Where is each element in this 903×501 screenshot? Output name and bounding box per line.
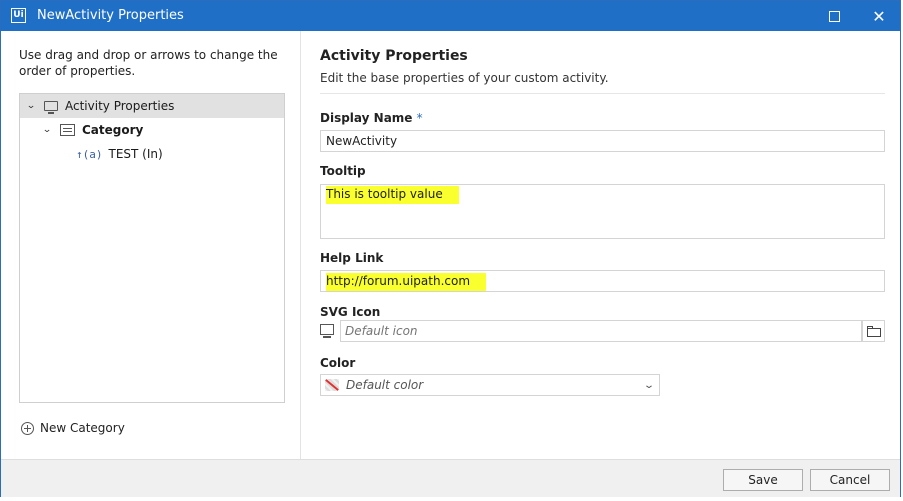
display-name-label-text: Display Name <box>320 111 413 125</box>
new-category-button[interactable]: New Category <box>21 421 125 435</box>
svg-icon-label: SVG Icon <box>320 305 381 319</box>
title-bar[interactable]: Ui NewActivity Properties ✕ <box>1 1 900 31</box>
in-argument-icon: ↑(a) <box>76 147 103 161</box>
close-button[interactable]: ✕ <box>856 1 902 31</box>
tree-item-category[interactable]: ⌄ Category <box>20 118 284 142</box>
section-divider <box>320 93 885 94</box>
category-icon <box>60 124 75 136</box>
browse-folder-button[interactable] <box>862 320 885 342</box>
add-circle-icon <box>21 421 34 435</box>
section-subtitle: Edit the base properties of your custom … <box>320 71 609 85</box>
help-link-input[interactable]: http://forum.uipath.com <box>320 270 885 292</box>
monitor-icon <box>320 324 334 338</box>
section-title: Activity Properties <box>320 48 468 64</box>
tree-item-activity-properties[interactable]: ⌄ Activity Properties <box>20 94 284 118</box>
reorder-hint: Use drag and drop or arrows to change th… <box>19 48 278 78</box>
dialog-footer: Save Cancel <box>1 459 900 497</box>
properties-editor-pane: Activity Properties Edit the base proper… <box>301 31 900 459</box>
folder-icon <box>866 325 881 337</box>
tooltip-textarea[interactable]: This is tooltip value <box>320 184 885 239</box>
tooltip-value: This is tooltip value <box>326 186 459 204</box>
color-label: Color <box>320 356 356 370</box>
properties-tree[interactable]: ⌄ Activity Properties ⌄ Category ↑(a) TE… <box>19 93 285 403</box>
display-name-label: Display Name * <box>320 111 423 125</box>
tree-item-label: Category <box>82 123 144 137</box>
no-color-icon <box>325 379 339 391</box>
maximize-button[interactable] <box>811 1 857 31</box>
tooltip-label: Tooltip <box>320 164 366 178</box>
help-link-value: http://forum.uipath.com <box>326 273 487 291</box>
chevron-down-icon[interactable]: ⌄ <box>635 380 663 391</box>
required-marker: * <box>416 111 423 125</box>
cancel-button[interactable]: Cancel <box>810 469 890 491</box>
monitor-icon <box>44 101 58 114</box>
maximize-icon <box>828 10 840 22</box>
properties-tree-pane: Use drag and drop or arrows to change th… <box>1 31 301 459</box>
uipath-logo-icon: Ui <box>11 8 26 23</box>
properties-dialog: Ui NewActivity Properties ✕ Use drag and… <box>0 0 901 497</box>
color-dropdown[interactable]: Default color ⌄ <box>320 374 660 396</box>
chevron-down-icon[interactable]: ⌄ <box>38 125 56 135</box>
tree-item-label: Activity Properties <box>65 99 175 113</box>
new-category-label: New Category <box>40 421 125 435</box>
window-title: NewActivity Properties <box>37 8 184 23</box>
color-selected-value: Default color <box>346 378 424 392</box>
display-name-input[interactable] <box>320 130 885 152</box>
tree-item-label: TEST (In) <box>108 147 163 161</box>
chevron-down-icon[interactable]: ⌄ <box>22 101 40 111</box>
close-icon: ✕ <box>872 6 886 26</box>
svg-icon-row <box>320 320 885 342</box>
tree-item-test-argument[interactable]: ↑(a) TEST (In) <box>20 142 284 166</box>
save-button[interactable]: Save <box>723 469 803 491</box>
svg-icon-input[interactable] <box>340 320 862 342</box>
help-link-label: Help Link <box>320 251 384 265</box>
